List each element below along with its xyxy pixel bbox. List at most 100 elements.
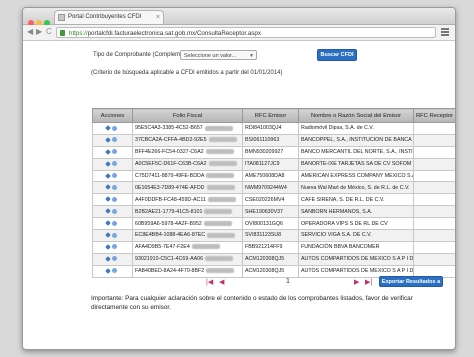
view-pdf-icon[interactable] <box>112 208 117 214</box>
table-row[interactable]: C75D7411-8879-49FE-BDDA AME750608DA8 AMERI… <box>92 169 455 183</box>
actions-cell <box>92 133 133 147</box>
rfc-emisor-cell: BSI061110963 <box>242 133 299 147</box>
url-field[interactable]: https://portalcfdi.facturaelectronica.sa… <box>56 27 436 38</box>
redacted-text <box>203 220 232 226</box>
tab-close-icon[interactable]: × <box>156 11 160 24</box>
emisor-name-cell: OPERADORA VIPS S DE RL DE CV <box>298 217 414 231</box>
emisor-name-text: BANCOPPEL, S.A., INSTITUCION DE BANCA MU… <box>301 137 413 144</box>
table-row[interactable]: EC8E4BB4-1088-4EA6-87EC SVI831123SU8 SERVI… <box>92 229 455 242</box>
download-xml-icon[interactable] <box>105 255 111 262</box>
rfc-emisor-text: AME750608DA8 <box>245 173 285 179</box>
view-pdf-icon[interactable] <box>112 149 117 155</box>
address-toolbar: ◀ ▶ C https://portalcfdi.facturaelectron… <box>23 25 455 41</box>
view-pdf-icon[interactable] <box>112 244 117 250</box>
rfc-receptor-cell <box>413 240 455 254</box>
view-pdf-icon[interactable] <box>112 137 117 143</box>
back-button[interactable]: ◀ <box>27 27 33 37</box>
folio-fiscal-cell: B2B2AE21-1779-41C5-8101 <box>132 205 243 219</box>
tipo-comprobante-select[interactable]: Seleccione un valor... ▼ <box>180 50 257 60</box>
download-xml-icon[interactable] <box>105 232 111 238</box>
table-row[interactable]: 0E1654E3-7D89-474E-AFDD NWM9709244W4 Nueva… <box>92 181 455 195</box>
table-row[interactable]: 37CBCA2A-CFFA-4BD2-92E5 BSI061110963 BANCO… <box>92 133 455 147</box>
download-xml-icon[interactable] <box>105 208 111 215</box>
rfc-emisor-cell: NWM9709244W4 <box>242 181 299 195</box>
table-row[interactable]: 60B959A6-5978-4A2F-B952 OVI800131GQ6 OPERA… <box>92 217 455 231</box>
column-header: Folio Fiscal <box>132 108 243 123</box>
folio-fiscal-cell: 37CBCA2A-CFFA-4BD2-92E5 <box>132 133 243 147</box>
actions-cell <box>92 229 133 242</box>
emisor-name-text: AUTOS COMPARTIDOS DE MEXICO S A P I DE C… <box>301 256 414 263</box>
rfc-emisor-text: FBB921214FF9 <box>245 244 283 251</box>
pager-prev-button[interactable]: ◀ <box>219 278 224 286</box>
view-pdf-icon[interactable] <box>112 220 117 226</box>
folio-fiscal-cell: AFA4D9B5-7E47-F2E4 <box>132 240 243 254</box>
rfc-emisor-text: SVI831123SU8 <box>245 232 282 239</box>
folio-fiscal-cell: BFF4E266-FC54-0327-C6A2 <box>132 145 243 159</box>
download-xml-icon[interactable] <box>105 267 111 274</box>
download-xml-icon[interactable] <box>105 172 111 179</box>
buscar-cfdi-button[interactable]: Buscar CFDI <box>317 49 357 61</box>
reload-button[interactable]: C <box>46 27 52 37</box>
rfc-receptor-cell <box>413 205 455 219</box>
title-bar: Portal Contribuyentes CFDI × <box>23 8 455 26</box>
download-xml-icon[interactable] <box>105 148 111 155</box>
view-pdf-icon[interactable] <box>112 256 117 262</box>
view-pdf-icon[interactable] <box>112 184 117 190</box>
download-xml-icon[interactable] <box>105 196 111 203</box>
redacted-text <box>205 149 234 155</box>
download-xml-icon[interactable] <box>105 244 111 250</box>
emisor-name-cell: Radiomóvil Dipsa, S.A. de C.V. <box>298 122 414 135</box>
forward-button[interactable]: ▶ <box>36 27 42 37</box>
pager-last-button[interactable]: ▶| <box>365 278 372 286</box>
view-pdf-icon[interactable] <box>112 268 117 274</box>
table-row[interactable]: BFF4E266-FC54-0327-C6A2 BMN930209927 BANCO… <box>92 145 455 159</box>
rfc-emisor-text: ITA081127JC9 <box>245 161 280 168</box>
actions-cell <box>92 157 133 171</box>
table-row[interactable]: A0C5EF5C-D61F-C63B-C6A2 ITA081127JC9 BANOR… <box>92 157 455 171</box>
menu-icon[interactable] <box>441 28 449 37</box>
actions-cell <box>92 217 133 231</box>
redacted-text <box>208 137 237 143</box>
download-xml-icon[interactable] <box>105 220 111 226</box>
footer-note: Importante: Para cualquier aclaración so… <box>91 295 413 311</box>
emisor-name-text: FUNDACIÓN BBVA BANCOMER <box>301 244 380 251</box>
rfc-emisor-cell: OVI800131GQ6 <box>242 217 299 231</box>
folio-fiscal-text: 60B959A6-5978-4A2F-B952 <box>135 220 202 227</box>
folio-fiscal-text: 37CBCA2A-CFFA-4BD2-92E5 <box>135 137 207 144</box>
table-row[interactable]: A4F0DDFB-FC48-459D-AC11 CSE020226MV4 CAFE … <box>92 193 455 207</box>
emisor-name-text: Nueva Wal Mart de México, S. de R.L. de … <box>301 184 410 191</box>
download-xml-icon[interactable] <box>105 137 111 143</box>
column-header: RFC Emisor <box>242 108 299 123</box>
rfc-emisor-cell: AME750608DA8 <box>242 169 299 183</box>
folio-fiscal-cell: A4F0DDFB-FC48-459D-AC11 <box>132 193 243 207</box>
table-row[interactable]: 93021910-C5C1-4C69-AA06 ACM120308QJ5 AUTOS… <box>92 252 455 266</box>
folio-fiscal-cell: EC8E4BB4-1088-4EA6-87EC <box>132 229 243 242</box>
table-row[interactable]: 95E5C4A3-3385-4C52-B657 RDI841003QJ4 Radio… <box>92 122 455 135</box>
actions-cell <box>92 264 133 278</box>
download-xml-icon[interactable] <box>105 125 111 131</box>
download-xml-icon[interactable] <box>105 160 111 167</box>
view-pdf-icon[interactable] <box>112 125 117 131</box>
export-pdf-button[interactable]: Exportar Resultados a PDF <box>379 276 443 295</box>
pager-next-button[interactable]: ▶ <box>354 278 359 286</box>
view-pdf-icon[interactable] <box>112 161 117 167</box>
folio-fiscal-cell: 0E1654E3-7D89-474E-AFDD <box>132 181 243 195</box>
lock-icon <box>60 30 65 36</box>
view-pdf-icon[interactable] <box>112 173 117 179</box>
view-pdf-icon[interactable] <box>112 196 117 202</box>
rfc-emisor-text: BMN930209927 <box>245 149 284 156</box>
rfc-emisor-text: NWM9709244W4 <box>245 184 287 191</box>
view-pdf-icon[interactable] <box>112 232 117 238</box>
folio-fiscal-text: B2B2AE21-1779-41C5-8101 <box>135 208 203 215</box>
table-row[interactable]: B2B2AE21-1779-41C5-8101 SHE190630V37 SANBO… <box>92 205 455 219</box>
emisor-name-text: SANBORN HERMANOS, S.A. <box>301 208 373 215</box>
actions-cell <box>92 205 133 219</box>
pager-first-button[interactable]: |◀ <box>206 278 213 286</box>
browser-tab[interactable]: Portal Contribuyentes CFDI × <box>54 10 164 24</box>
emisor-name-cell: AMERICAN EXPRESS COMPANY MEXICO S.A. DE … <box>298 169 414 183</box>
table-row[interactable]: AFA4D9B5-7E47-F2E4 FBB921214FF9 FUNDACIÓN … <box>92 240 455 254</box>
download-xml-icon[interactable] <box>105 184 111 191</box>
rfc-emisor-text: ACM120308QJ5 <box>245 256 285 263</box>
folio-fiscal-cell: C75D7411-8879-49FE-BDDA <box>132 169 243 183</box>
emisor-name-cell: SANBORN HERMANOS, S.A. <box>298 205 414 219</box>
